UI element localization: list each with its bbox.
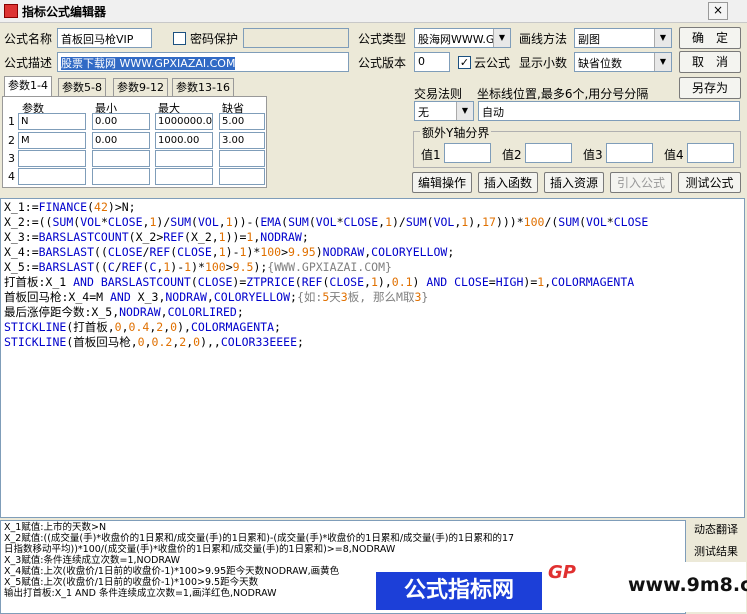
insert-function-button[interactable]: 插入函数 <box>478 172 538 193</box>
test-result-tab[interactable]: 测试结果 <box>688 542 744 562</box>
code-line: 首板回马枪:X_4=M AND X_3,NODRAW,COLORYELLOW;{… <box>4 290 429 304</box>
param-max-input[interactable]: 1000.00 <box>155 132 213 149</box>
trade-rule-label: 交易法则 <box>414 87 463 101</box>
draw-value: 副图 <box>578 33 600 46</box>
version-input[interactable]: 0 <box>414 52 450 72</box>
decimals-label: 显示小数 <box>519 56 568 70</box>
watermark-banner: 公式指标网 GP www.9m8.com <box>376 562 747 612</box>
dynamic-translate-tab[interactable]: 动态翻译 <box>688 520 744 540</box>
type-value: 股海网WWW.GU <box>418 33 503 46</box>
cancel-button[interactable]: 取 消 <box>679 51 741 73</box>
code-line: X_2:=((SUM(VOL*CLOSE,1)/SUM(VOL,1))-(EMA… <box>4 215 649 229</box>
decimals-select[interactable]: 缺省位数 ▼ <box>574 52 672 72</box>
ok-button[interactable]: 确 定 <box>679 27 741 49</box>
value2-label: 值2 <box>502 148 522 162</box>
name-label: 公式名称 <box>4 32 53 46</box>
banner-title: 公式指标网 <box>376 572 542 610</box>
edit-operations-button[interactable]: 编辑操作 <box>412 172 472 193</box>
code-line: STICKLINE(打首板,0,0.4,2,0),COLORMAGENTA; <box>4 320 281 334</box>
param-default-input[interactable] <box>219 150 265 167</box>
tab-params-13-16[interactable]: 参数13-16 <box>172 78 234 97</box>
name-input[interactable]: 首板回马枪VIP <box>57 28 152 48</box>
type-select[interactable]: 股海网WWW.GU ▼ <box>414 28 511 48</box>
banner-logo: GP <box>548 562 576 583</box>
param-default-input[interactable] <box>219 168 265 185</box>
desc-label: 公式描述 <box>4 56 53 70</box>
value1-label: 值1 <box>421 148 441 162</box>
code-editor[interactable]: X_1:=FINANCE(42)>N; X_2:=((SUM(VOL*CLOSE… <box>0 198 745 518</box>
value3-label: 值3 <box>583 148 603 162</box>
tab-params-1-4[interactable]: 参数1-4 <box>4 76 52 98</box>
output-line: X_5赋值:上次(收盘价/1日前的收盘价-1)*100>9.5距今天数 <box>4 577 259 588</box>
param-default-input[interactable]: 3.00 <box>219 132 265 149</box>
type-label: 公式类型 <box>358 32 407 46</box>
value4-label: 值4 <box>664 148 684 162</box>
output-line: 输出打首板:X_1 AND 条件连续成立次数=1,画洋红色,NODRAW <box>4 588 277 599</box>
decimals-value: 缺省位数 <box>578 57 622 70</box>
value2-input[interactable] <box>525 143 572 163</box>
insert-resource-button[interactable]: 插入资源 <box>544 172 604 193</box>
output-line: X_1赋值:上市的天数>N <box>4 522 107 533</box>
param-name-input[interactable]: M <box>18 132 86 149</box>
cloud-checkbox[interactable]: ✓ <box>458 56 471 69</box>
trade-rule-value: 无 <box>418 106 429 119</box>
param-row-index: 4 <box>8 170 15 183</box>
param-min-input[interactable]: 0.00 <box>92 132 150 149</box>
output-line: X_4赋值:上次(收盘价/1日前的收盘价-1)*100>9.95距今天数NODR… <box>4 566 340 577</box>
output-line: X_3赋值:条件连续成立次数=1,NODRAW <box>4 555 181 566</box>
param-name-input[interactable] <box>18 168 86 185</box>
app-icon <box>4 4 18 18</box>
chevron-down-icon: ▼ <box>456 102 473 120</box>
axis-position-input[interactable]: 自动 <box>478 101 740 121</box>
window-title: 指标公式编辑器 <box>22 5 107 19</box>
version-label: 公式版本 <box>358 56 407 70</box>
output-line: X_2赋值:((成交量(手)*收盘价的1日累和/成交量(手)的1日累和)-(成交… <box>4 533 515 544</box>
import-formula-button[interactable]: 引入公式 <box>610 172 672 193</box>
chevron-down-icon: ▼ <box>493 29 510 47</box>
code-line: 打首板:X_1 AND BARSLASTCOUNT(CLOSE)=ZTPRICE… <box>4 275 635 289</box>
param-row-index: 2 <box>8 134 15 147</box>
param-min-input[interactable] <box>92 150 150 167</box>
password-input[interactable] <box>243 28 349 48</box>
chevron-down-icon: ▼ <box>654 53 671 71</box>
value4-input[interactable] <box>687 143 734 163</box>
value3-input[interactable] <box>606 143 653 163</box>
code-line: X_4:=BARSLAST((CLOSE/REF(CLOSE,1)-1)*100… <box>4 245 455 259</box>
close-button[interactable]: × <box>708 2 728 20</box>
param-max-input[interactable]: 1000000.0 <box>155 113 213 130</box>
password-checkbox[interactable] <box>173 32 186 45</box>
code-line: X_5:=BARSLAST((C/REF(C,1)-1)*100>9.5);{W… <box>4 260 392 274</box>
value1-input[interactable] <box>444 143 491 163</box>
title-bar <box>0 0 747 23</box>
code-line: STICKLINE(首板回马枪,0,0.2,2,0),,COLOR33EEEE; <box>4 335 304 349</box>
cloud-label: 云公式 <box>474 56 511 70</box>
extra-y-axis-label: 额外Y轴分界 <box>420 124 492 141</box>
draw-select[interactable]: 副图 ▼ <box>574 28 672 48</box>
test-formula-button[interactable]: 测试公式 <box>678 172 741 193</box>
desc-value: 股票下载网 WWW.GPXIAZAI.COM <box>61 57 236 70</box>
param-default-input[interactable]: 5.00 <box>219 113 265 130</box>
trade-rule-select[interactable]: 无 ▼ <box>414 101 474 121</box>
param-row-index: 1 <box>8 115 15 128</box>
code-line: X_1:=FINANCE(42)>N; <box>4 200 136 214</box>
param-max-input[interactable] <box>155 150 213 167</box>
param-row-index: 3 <box>8 152 15 165</box>
tab-params-5-8[interactable]: 参数5-8 <box>58 78 106 97</box>
banner-site: www.9m8.com <box>628 574 747 596</box>
param-min-input[interactable]: 0.00 <box>92 113 150 130</box>
param-min-input[interactable] <box>92 168 150 185</box>
chevron-down-icon: ▼ <box>654 29 671 47</box>
param-name-input[interactable]: N <box>18 113 86 130</box>
output-line: 日指数移动平均))*100/(成交量(手)*收盘价的1日累和/成交量(手)的1日… <box>4 544 396 555</box>
tab-params-9-12[interactable]: 参数9-12 <box>113 78 168 97</box>
draw-label: 画线方法 <box>519 32 568 46</box>
code-line: X_3:=BARSLASTCOUNT(X_2>REF(X_2,1))=1,NOD… <box>4 230 309 244</box>
param-max-input[interactable] <box>155 168 213 185</box>
param-name-input[interactable] <box>18 150 86 167</box>
code-line: 最后涨停距今数:X_5,NODRAW,COLORLIRED; <box>4 305 244 319</box>
desc-input[interactable]: 股票下载网 WWW.GPXIAZAI.COM <box>57 52 349 72</box>
password-label: 密码保护 <box>190 32 239 46</box>
axis-position-label: 坐标线位置,最多6个,用分号分隔 <box>477 87 649 101</box>
save-as-button[interactable]: 另存为 <box>679 77 741 99</box>
